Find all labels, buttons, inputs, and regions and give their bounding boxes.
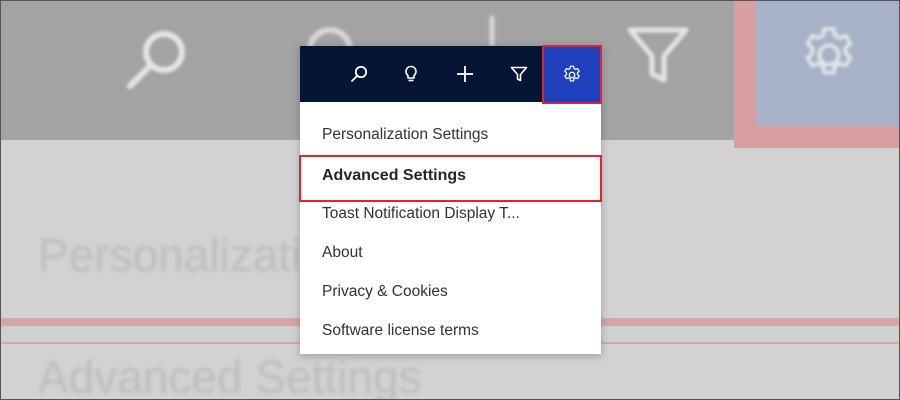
settings-popup: Personalization Settings Advanced Settin… xyxy=(299,45,602,354)
background-gear-icon xyxy=(805,27,853,75)
background-text-advanced: Advanced Settings xyxy=(38,351,422,400)
menu-item-about[interactable]: About xyxy=(322,242,363,264)
filter-icon xyxy=(510,66,528,82)
background-plus-icon xyxy=(489,16,495,46)
background-text-personalization: Personalizatio xyxy=(38,229,327,281)
gear-icon xyxy=(564,65,580,82)
background-search-icon xyxy=(127,31,185,89)
menu-item-personalization-settings[interactable]: Personalization Settings xyxy=(322,124,488,146)
menu-item-software-license[interactable]: Software license terms xyxy=(322,320,479,342)
command-toolbar xyxy=(300,45,602,104)
add-button[interactable] xyxy=(440,46,490,102)
menu-item-privacy-cookies[interactable]: Privacy & Cookies xyxy=(322,281,448,303)
menu-item-advanced-settings[interactable]: Advanced Settings xyxy=(322,165,466,187)
plus-icon xyxy=(457,66,473,82)
search-button[interactable] xyxy=(334,46,384,102)
filter-button[interactable] xyxy=(494,46,544,102)
lightbulb-icon xyxy=(405,65,417,82)
lightbulb-button[interactable] xyxy=(386,46,436,102)
settings-button[interactable] xyxy=(543,47,601,103)
menu-item-toast-notification[interactable]: Toast Notification Display T... xyxy=(322,203,520,225)
background-filter-icon xyxy=(627,27,689,83)
search-icon xyxy=(351,65,368,82)
